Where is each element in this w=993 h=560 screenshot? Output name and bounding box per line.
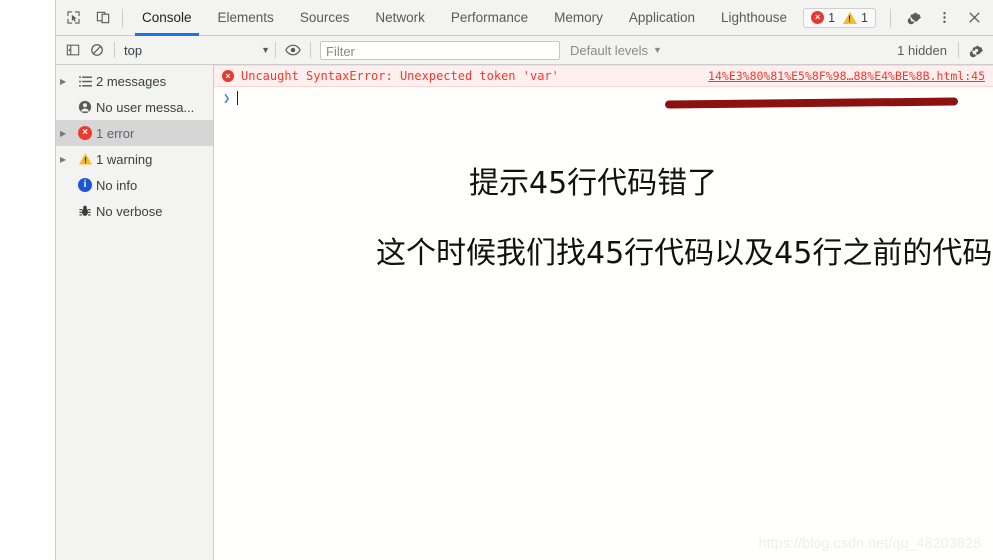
clear-console-icon[interactable] (85, 39, 109, 61)
log-levels-selector[interactable]: Default levels ▼ (570, 43, 662, 58)
issues-warning-count: 1 (861, 10, 868, 25)
hidden-messages-count: 1 hidden (897, 42, 947, 58)
filterbar-divider-3 (310, 42, 311, 58)
text-cursor (237, 91, 239, 105)
verbose-bug-icon (74, 204, 96, 218)
no-chevron-spacer: ▶ (60, 207, 74, 216)
console-error-text: Uncaught SyntaxError: Unexpected token '… (241, 69, 559, 83)
no-chevron-spacer: ▶ (60, 103, 74, 112)
tabbar-divider (122, 8, 123, 27)
tab-elements-label: Elements (217, 10, 274, 25)
tab-console[interactable]: Console (129, 0, 205, 36)
chevron-down-icon: ▼ (653, 45, 662, 55)
sidebar-item-label: 1 error (96, 125, 135, 141)
error-icon: × (222, 70, 234, 82)
filterbar-right-group: 1 hidden (897, 39, 988, 61)
tab-network-label: Network (375, 10, 425, 25)
gear-icon[interactable] (901, 5, 927, 31)
issues-error-count: 1 (828, 10, 836, 25)
chevron-right-icon[interactable]: ▶ (60, 77, 74, 86)
issues-badge[interactable]: × 1 1 (803, 7, 876, 28)
error-icon: × (74, 126, 96, 140)
info-icon: i (74, 178, 96, 192)
filterbar-divider-4 (958, 42, 959, 58)
chevron-right-icon[interactable]: ▶ (60, 155, 74, 164)
show-console-sidebar-icon[interactable] (61, 39, 85, 61)
warning-icon (74, 152, 96, 166)
live-expression-eye-icon[interactable] (281, 39, 305, 61)
prompt-chevron-icon: ❯ (223, 91, 231, 105)
device-toolbar-icon[interactable] (90, 5, 116, 31)
console-filter-toolbar: top ▼ Filter Default levels ▼ 1 hidden (56, 36, 993, 65)
tab-performance-label: Performance (450, 10, 529, 25)
tab-sources[interactable]: Sources (287, 0, 363, 36)
sidebar-item-label: No info (96, 177, 138, 193)
chevron-right-icon[interactable]: ▶ (60, 129, 74, 138)
inspect-element-icon[interactable] (60, 5, 86, 31)
tab-lighthouse-label: Lighthouse (720, 10, 788, 25)
tab-sources-label: Sources (299, 10, 350, 25)
user-icon (74, 100, 96, 114)
devtools-panel: Console Elements Sources Network Perform… (55, 0, 993, 560)
close-icon[interactable] (961, 5, 987, 31)
tab-application-label: Application (628, 10, 695, 25)
tabbar-right-group: × 1 1 (803, 5, 993, 31)
sidebar-item-label: 1 warning (96, 151, 153, 167)
sidebar-item-label: No verbose (96, 203, 163, 219)
console-error-message-row[interactable]: × Uncaught SyntaxError: Unexpected token… (214, 65, 993, 87)
annotation-line-2: 这个时候我们找45行代码以及45行之前的代码 (376, 236, 993, 271)
filterbar-divider-2 (275, 42, 276, 58)
devtools-tabbar: Console Elements Sources Network Perform… (56, 0, 993, 36)
console-sidebar: ▶ 2 messages ▶ (56, 65, 214, 560)
tab-lighthouse[interactable]: Lighthouse (708, 0, 800, 36)
sidebar-item-info[interactable]: ▶ i No info (56, 172, 213, 198)
filter-input[interactable]: Filter (320, 40, 560, 60)
tab-memory[interactable]: Memory (541, 0, 616, 36)
sidebar-item-label: 2 messages (96, 73, 167, 89)
sidebar-item-label: No user messa... (96, 99, 195, 115)
warning-icon (843, 11, 858, 24)
console-error-source-link[interactable]: 14%E3%80%81%E5%8F%98…88%E4%BE%8B.html:45 (708, 69, 985, 83)
execution-context-value: top (124, 42, 143, 58)
console-settings-gear-icon[interactable] (964, 39, 988, 61)
sidebar-item-errors[interactable]: ▶ × 1 error (56, 120, 213, 146)
tab-console-label: Console (142, 10, 192, 25)
console-body: ▶ 2 messages ▶ (56, 65, 993, 560)
sidebar-item-messages[interactable]: ▶ 2 messages (56, 68, 213, 94)
tab-application[interactable]: Application (616, 0, 708, 36)
tab-elements[interactable]: Elements (205, 0, 287, 36)
error-icon: × (811, 11, 825, 24)
kebab-menu-icon[interactable] (931, 5, 957, 31)
tab-memory-label: Memory (554, 10, 603, 25)
console-output: × Uncaught SyntaxError: Unexpected token… (214, 65, 993, 560)
no-chevron-spacer: ▶ (60, 181, 74, 190)
sidebar-item-user-messages[interactable]: ▶ No user messa... (56, 94, 213, 120)
tabbar-right-divider (890, 8, 891, 27)
watermark-text: https://blog.csdn.net/qq_48203828 (758, 536, 981, 552)
chevron-down-icon: ▼ (261, 45, 270, 55)
tab-performance[interactable]: Performance (438, 0, 541, 36)
filter-placeholder-text: Filter (326, 43, 355, 59)
tab-network[interactable]: Network (362, 0, 438, 36)
list-icon (74, 75, 96, 87)
log-levels-label: Default levels (570, 42, 649, 58)
sidebar-item-warnings[interactable]: ▶ 1 warning (56, 146, 213, 172)
devtools-tabs: Console Elements Sources Network Perform… (129, 0, 800, 36)
execution-context-selector[interactable]: top ▼ (120, 43, 270, 58)
annotation-line-1: 提示45行代码错了 (469, 166, 718, 201)
filterbar-divider-1 (114, 42, 115, 58)
sidebar-item-verbose[interactable]: ▶ No verbose (56, 198, 213, 224)
